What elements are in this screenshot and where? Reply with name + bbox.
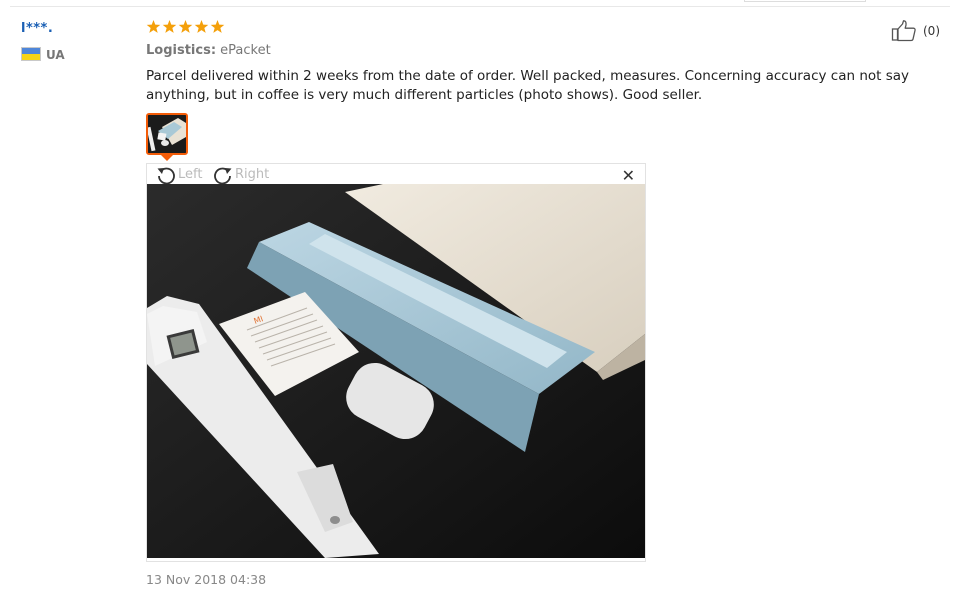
reviewer-name: l***. bbox=[21, 21, 54, 36]
rotate-right-icon bbox=[214, 167, 232, 185]
rotate-right-label: Right bbox=[235, 167, 270, 182]
star-icon bbox=[210, 19, 225, 33]
reviewer-country: UA bbox=[46, 48, 65, 62]
photo-viewer-toolbar: Left Right ✕ bbox=[147, 164, 645, 185]
logistics-info: Logistics: ePacket bbox=[146, 43, 271, 58]
product-photo-image: MI bbox=[147, 184, 645, 558]
country-flag bbox=[21, 47, 41, 61]
rating-stars bbox=[146, 19, 226, 39]
logistics-label: Logistics: bbox=[146, 43, 217, 58]
thumbs-up-icon[interactable] bbox=[891, 20, 917, 42]
rotate-left-icon bbox=[157, 167, 175, 185]
star-icon bbox=[178, 19, 193, 33]
rotate-left-label: Left bbox=[178, 167, 203, 182]
photo-viewer: Left Right ✕ MI bbox=[146, 163, 646, 562]
rotate-left-button[interactable]: Left bbox=[156, 164, 214, 185]
star-icon bbox=[162, 19, 177, 33]
helpful-count: (0) bbox=[923, 24, 940, 38]
top-divider bbox=[10, 6, 950, 7]
review-photo: MI bbox=[147, 184, 645, 558]
close-icon[interactable]: ✕ bbox=[622, 166, 635, 185]
review-photo-thumbnail[interactable] bbox=[146, 113, 188, 155]
thumbnail-image bbox=[148, 115, 186, 153]
top-tab-edge bbox=[744, 0, 866, 2]
star-icon bbox=[194, 19, 209, 33]
review-text: Parcel delivered within 2 weeks from the… bbox=[146, 68, 910, 103]
logistics-value: ePacket bbox=[220, 43, 271, 58]
thumbnail-selected-pointer bbox=[161, 155, 173, 161]
review-date: 13 Nov 2018 04:38 bbox=[146, 572, 267, 587]
star-icon bbox=[146, 19, 161, 33]
rotate-right-button[interactable]: Right bbox=[213, 164, 273, 185]
